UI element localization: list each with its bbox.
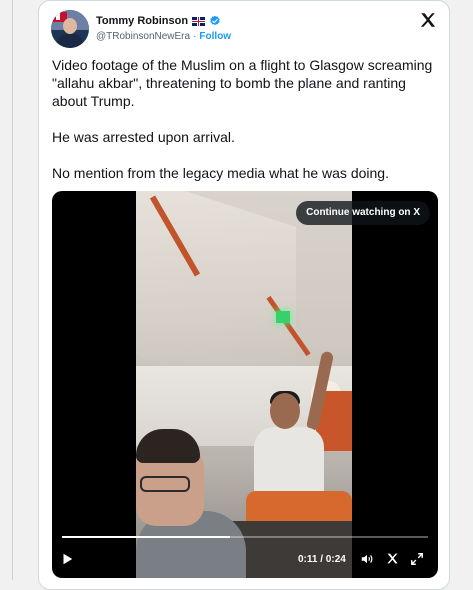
- video-frame[interactable]: [136, 191, 352, 578]
- video-player[interactable]: Continue watching on X 0:11 / 0:24: [52, 191, 438, 578]
- volume-icon[interactable]: [360, 552, 374, 566]
- follow-button[interactable]: Follow: [199, 31, 231, 42]
- avatar[interactable]: [51, 10, 89, 48]
- tweet-paragraph: No mention from the legacy media what he…: [52, 165, 389, 181]
- uk-flag-icon: [192, 16, 206, 26]
- tweet-paragraph: He was arrested upon arrival.: [52, 129, 235, 145]
- separator-dot: ·: [193, 31, 197, 42]
- tweet-card[interactable]: Tommy Robinson @TRobinsonNewEra · Follow…: [38, 0, 450, 590]
- x-logo-icon[interactable]: [386, 552, 399, 565]
- video-controls: 0:11 / 0:24: [52, 546, 438, 574]
- author-handle-row: @TRobinsonNewEra · Follow: [96, 31, 231, 42]
- page-divider: [12, 0, 13, 580]
- author-name-row: Tommy Robinson: [96, 13, 221, 29]
- expand-icon[interactable]: [410, 552, 424, 566]
- continue-watching-button[interactable]: Continue watching on X: [296, 201, 430, 225]
- verified-badge-icon: [210, 15, 220, 26]
- video-time: 0:11 / 0:24: [298, 554, 346, 565]
- video-progress-bar[interactable]: [62, 536, 428, 538]
- tweet-paragraph: Video footage of the Muslim on a flight …: [52, 57, 433, 109]
- author-handle[interactable]: @TRobinsonNewEra: [96, 31, 190, 42]
- play-icon[interactable]: [60, 552, 74, 566]
- video-progress-fill: [62, 536, 231, 538]
- author-name[interactable]: Tommy Robinson: [96, 15, 188, 27]
- x-logo-icon[interactable]: [419, 11, 437, 29]
- tweet-text: Video footage of the Muslim on a flight …: [52, 56, 442, 200]
- exit-sign: [276, 311, 290, 323]
